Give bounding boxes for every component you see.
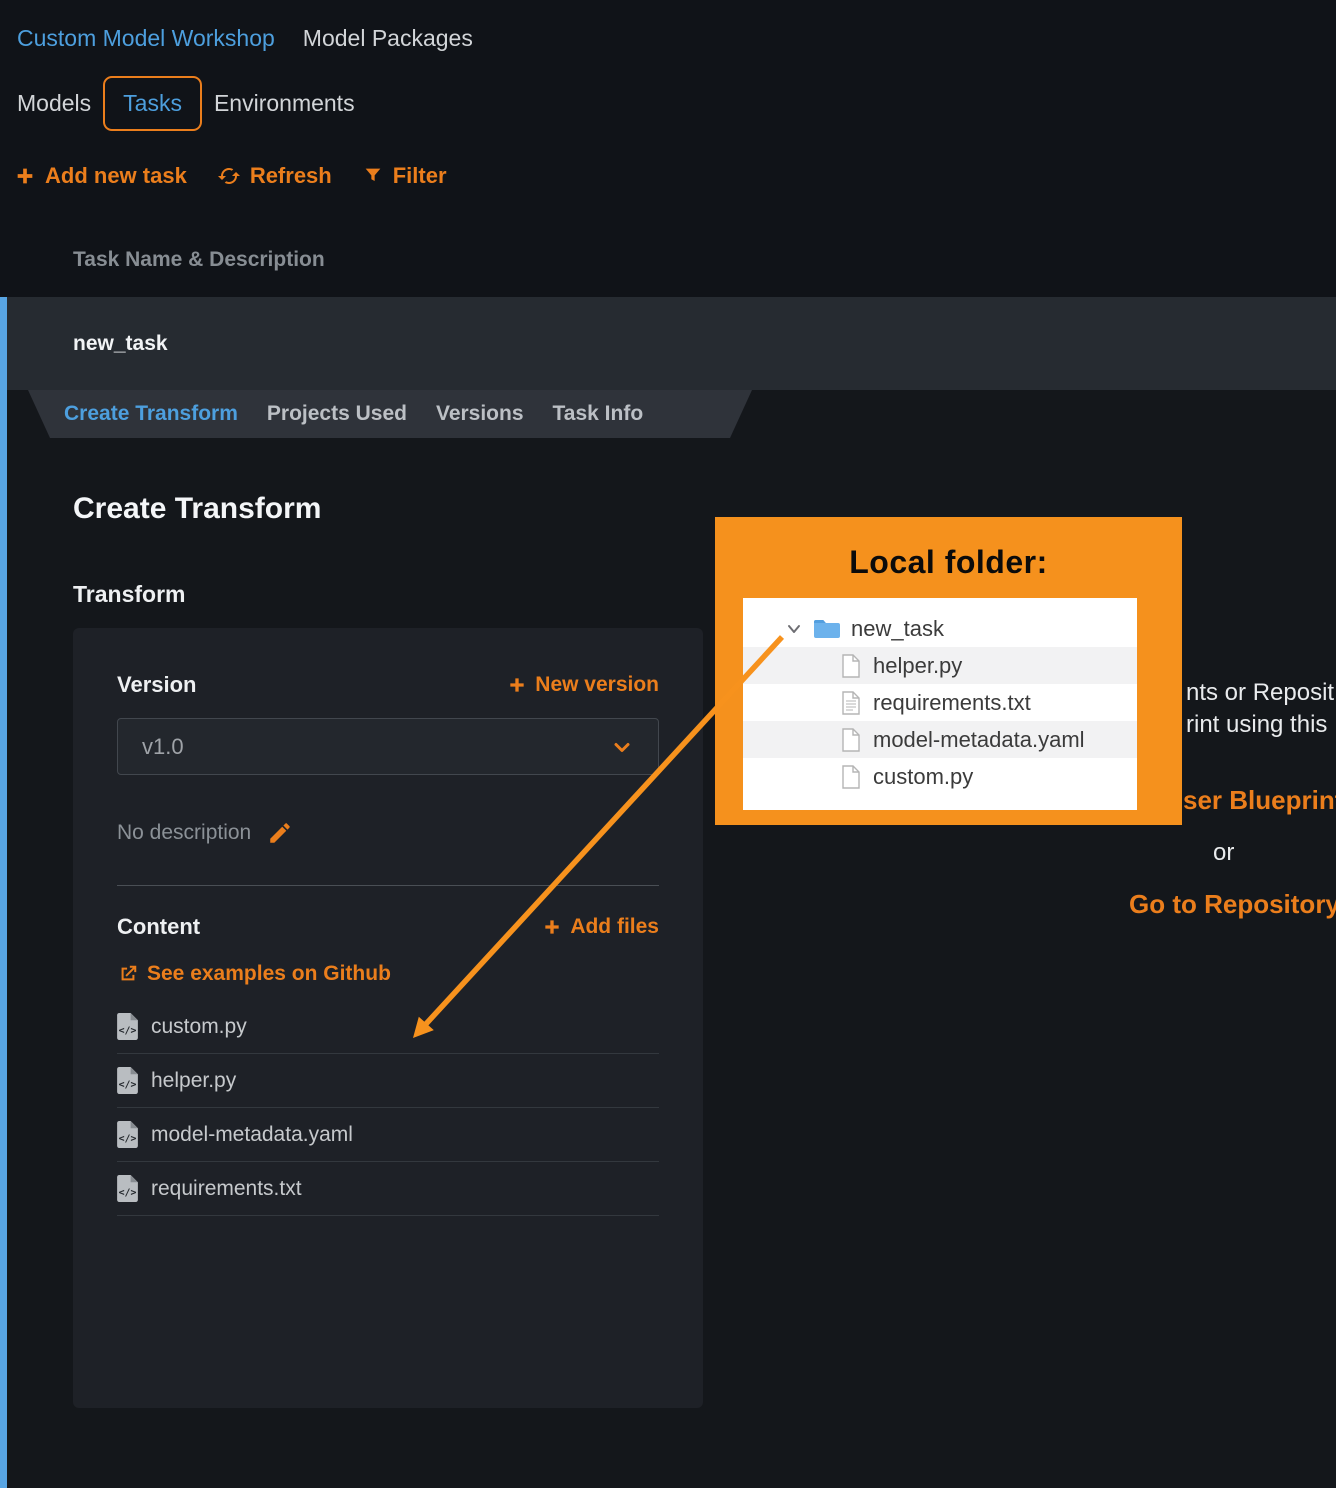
file-name: requirements.txt — [151, 1177, 302, 1201]
tab-environments[interactable]: Environments — [214, 76, 355, 131]
local-folder-callout: Local folder: new_task helper.py require… — [715, 517, 1182, 825]
page-title: Create Transform — [73, 492, 321, 526]
tree-folder-row[interactable]: new_task — [743, 610, 1137, 647]
plus-icon — [507, 675, 527, 695]
tasks-toolbar: Add new task Refresh Filter — [14, 163, 447, 189]
tree-file-row[interactable]: helper.py — [743, 647, 1137, 684]
list-item[interactable]: </> helper.py — [117, 1054, 659, 1108]
code-file-icon: </> — [117, 1067, 138, 1094]
tree-file-row[interactable]: custom.py — [743, 758, 1137, 795]
tab-versions[interactable]: Versions — [436, 402, 524, 426]
tab-create-transform[interactable]: Create Transform — [64, 402, 238, 426]
tree-file-row[interactable]: requirements.txt — [743, 684, 1137, 721]
list-item[interactable]: </> model-metadata.yaml — [117, 1108, 659, 1162]
user-blueprints-link[interactable]: ser Blueprints — [1183, 785, 1336, 816]
list-item[interactable]: </> requirements.txt — [117, 1162, 659, 1216]
or-label: or — [1213, 839, 1234, 867]
tree-file-label: helper.py — [873, 653, 962, 679]
add-files-button[interactable]: Add files — [542, 915, 659, 939]
tree-file-label: requirements.txt — [873, 690, 1031, 716]
add-new-task-button[interactable]: Add new task — [14, 163, 187, 189]
code-file-icon: </> — [117, 1013, 138, 1040]
filter-label: Filter — [393, 163, 447, 189]
column-header-task-name: Task Name & Description — [73, 248, 325, 272]
tree-file-label: custom.py — [873, 764, 973, 790]
tree-folder-label: new_task — [851, 616, 944, 642]
chevron-down-icon — [610, 735, 634, 759]
svg-text:</>: </> — [119, 1133, 137, 1144]
plus-icon — [14, 165, 36, 187]
folder-icon — [813, 618, 841, 640]
task-detail-tabs: Create Transform Projects Used Versions … — [28, 390, 752, 438]
tree-file-label: model-metadata.yaml — [873, 727, 1085, 753]
plus-icon — [542, 917, 562, 937]
code-file-icon: </> — [117, 1121, 138, 1148]
content-file-list: </> custom.py </> helper.py </> model-me… — [117, 1000, 659, 1216]
refresh-button[interactable]: Refresh — [217, 163, 332, 189]
callout-title: Local folder: — [715, 544, 1182, 581]
tab-projects-used[interactable]: Projects Used — [267, 402, 407, 426]
breadcrumb: Custom Model Workshop Model Packages — [17, 25, 473, 52]
transform-panel: Version New version v1.0 No description … — [73, 628, 703, 1408]
see-examples-github-link[interactable]: See examples on Github — [117, 962, 659, 986]
svg-text:</>: </> — [119, 1025, 137, 1036]
file-name: helper.py — [151, 1069, 236, 1093]
clipped-help-text-line1: nts or Reposit — [1186, 679, 1334, 707]
external-link-icon — [117, 963, 139, 985]
task-name: new_task — [73, 332, 168, 356]
new-version-button[interactable]: New version — [507, 673, 659, 697]
file-icon — [841, 765, 861, 789]
file-name: custom.py — [151, 1015, 247, 1039]
code-file-icon: </> — [117, 1175, 138, 1202]
version-dropdown[interactable]: v1.0 — [117, 718, 659, 775]
breadcrumb-model-packages[interactable]: Model Packages — [303, 25, 473, 52]
file-icon — [841, 654, 861, 678]
tab-task-info[interactable]: Task Info — [553, 402, 644, 426]
svg-text:</>: </> — [119, 1079, 137, 1090]
content-label: Content — [117, 914, 200, 940]
description-placeholder: No description — [117, 821, 251, 845]
breadcrumb-custom-model-workshop[interactable]: Custom Model Workshop — [17, 25, 275, 52]
list-item[interactable]: </> custom.py — [117, 1000, 659, 1054]
pencil-edit-icon[interactable] — [267, 820, 293, 846]
file-name: model-metadata.yaml — [151, 1123, 353, 1147]
refresh-icon — [217, 164, 241, 188]
version-label: Version — [117, 672, 196, 698]
add-files-label: Add files — [570, 915, 659, 939]
tab-models[interactable]: Models — [17, 76, 91, 131]
new-version-label: New version — [535, 673, 659, 697]
add-new-task-label: Add new task — [45, 163, 187, 189]
version-dropdown-value: v1.0 — [142, 734, 184, 760]
svg-text:</>: </> — [119, 1187, 137, 1198]
workshop-nav-tabs: Models Tasks Environments — [17, 76, 355, 131]
filter-icon — [362, 165, 384, 187]
file-icon — [841, 728, 861, 752]
go-to-repository-link[interactable]: Go to Repository — [1129, 889, 1336, 920]
table-row[interactable]: new_task — [7, 297, 1336, 390]
divider — [117, 885, 659, 886]
section-title-transform: Transform — [73, 581, 185, 608]
text-file-icon — [841, 691, 861, 715]
tree-file-row[interactable]: model-metadata.yaml — [743, 721, 1137, 758]
file-tree: new_task helper.py requirements.txt mode… — [743, 598, 1137, 810]
clipped-help-text-line2: rint using this — [1186, 711, 1327, 739]
filter-button[interactable]: Filter — [362, 163, 447, 189]
tab-tasks[interactable]: Tasks — [103, 76, 202, 131]
refresh-label: Refresh — [250, 163, 332, 189]
chevron-down-icon — [785, 621, 803, 637]
see-examples-label: See examples on Github — [147, 962, 391, 986]
